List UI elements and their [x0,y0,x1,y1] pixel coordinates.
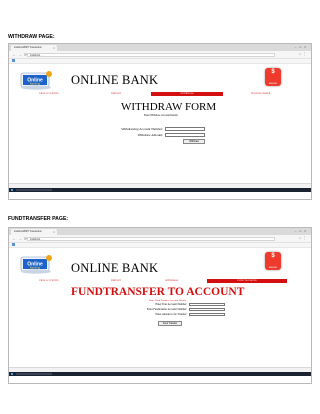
bookmark-icon [12,243,15,246]
menu-item-fund-transfer[interactable]: FUND TRANSFER [207,279,287,283]
bank-page: Online Banking ONLINE BANK $ BANKING VIE… [9,248,311,383]
menu-icon[interactable]: ⋮ [303,236,308,240]
browser-tools[interactable]: ☆⋮ [298,51,308,58]
badge-text: BANKING [268,82,278,85]
browser-address-bar: ←→⟳ localhost/… ☆⋮ [9,235,311,243]
browser-tab-bar: localhost/BRT Transaction × –□× [9,44,311,51]
badge-text: BANKING [268,266,278,269]
bank-page: Online Banking ONLINE BANK $ BANKING VIE… [9,64,311,199]
form-subtitle: Enter Withdraw Account Details [144,114,178,117]
withdraw-button[interactable]: Withdraw [183,139,205,144]
window-controls[interactable]: –□× [295,228,309,235]
menu-item-deposit[interactable]: DEPOSIT [111,279,121,283]
taskbar-apps[interactable] [55,189,76,199]
transfer-amount-label: Enter Amount to be Transfer: [155,313,188,316]
windows-icon[interactable] [11,188,14,192]
online-banking-logo-icon: Online Banking [20,71,52,90]
svg-text:Banking: Banking [30,82,41,86]
menu-icon[interactable]: ⋮ [303,52,308,56]
menu-item-view-accounts[interactable]: VIEW ACCOUNTS [39,92,59,96]
bank-badge: $ BANKING [265,252,281,270]
screenshot-withdraw-page: localhost/BRT Transaction × –□× ←→⟳ loca… [8,43,312,200]
withdraw-amount-input[interactable] [165,133,205,137]
fund-transfer-button[interactable]: Fund Transfer [158,321,182,326]
section-heading-fundtransfer: FUNDTRANSFER PAGE: [8,216,69,222]
menu-item-fund-transfer[interactable]: FUND TRANSFER [251,92,270,96]
online-banking-logo-icon: Online Banking [20,255,52,274]
taskbar-search[interactable] [16,372,52,376]
window-controls[interactable]: –□× [295,44,309,51]
screenshot-fundtransfer-page: localhost/BRT Transaction × –□× ←→⟳ loca… [8,227,312,384]
own-account-input[interactable] [189,303,225,307]
windows-taskbar [9,372,311,383]
bank-badge: $ BANKING [265,68,281,86]
tab-title: localhost/BRT Transaction [14,46,42,49]
taskbar-search[interactable] [16,188,52,192]
windows-taskbar [9,188,311,199]
browser-tools[interactable]: ☆⋮ [298,235,308,242]
main-menu: VIEW ACCOUNTS DEPOSIT WITHDRAW FUND TRAN… [31,279,287,283]
url-input[interactable]: localhost/… [27,52,275,57]
menu-item-view-accounts[interactable]: VIEW ACCOUNTS [39,279,59,283]
url-input[interactable]: localhost/… [27,236,275,241]
badge-logo-icon: $ [271,69,275,75]
menu-item-deposit[interactable]: DEPOSIT [111,92,121,96]
transfer-account-label: Enter Fundtransfer Account Number: [146,308,187,311]
main-menu: VIEW ACCOUNTS DEPOSIT WITHDRAW FUND TRAN… [31,92,287,96]
menu-item-withdraw[interactable]: WITHDRAW [151,92,223,96]
bookmark-icon [12,59,15,62]
browser-address-bar: ←→⟳ localhost/… ☆⋮ [9,51,311,59]
withdraw-account-label: Withdrawing Account Number: [121,127,163,131]
browser-tab-bar: localhost/BRT Transaction × –□× [9,228,311,235]
taskbar-apps[interactable] [55,373,76,383]
svg-text:Banking: Banking [30,266,41,270]
badge-logo-icon: $ [271,253,275,259]
windows-icon[interactable] [11,372,14,376]
tab-title: localhost/BRT Transaction [14,230,42,233]
bank-name: ONLINE BANK [71,73,159,87]
form-title: FUNDTRANSFER TO ACCOUNT [71,286,245,298]
transfer-amount-input[interactable] [189,313,225,317]
withdraw-amount-label: Withdraw Amount: [137,133,163,137]
form-subtitle: Enter Fund Transfer Account Details [149,299,186,302]
bank-name: ONLINE BANK [71,261,159,275]
withdraw-account-input[interactable] [165,127,205,131]
form-title: WITHDRAW FORM [121,101,217,113]
menu-item-withdraw[interactable]: WITHDRAW [165,279,178,283]
own-account-label: Enter Your Account Number: [155,303,188,306]
transfer-account-input[interactable] [189,308,225,312]
section-heading-withdraw: WITHDRAW PAGE: [8,34,55,40]
